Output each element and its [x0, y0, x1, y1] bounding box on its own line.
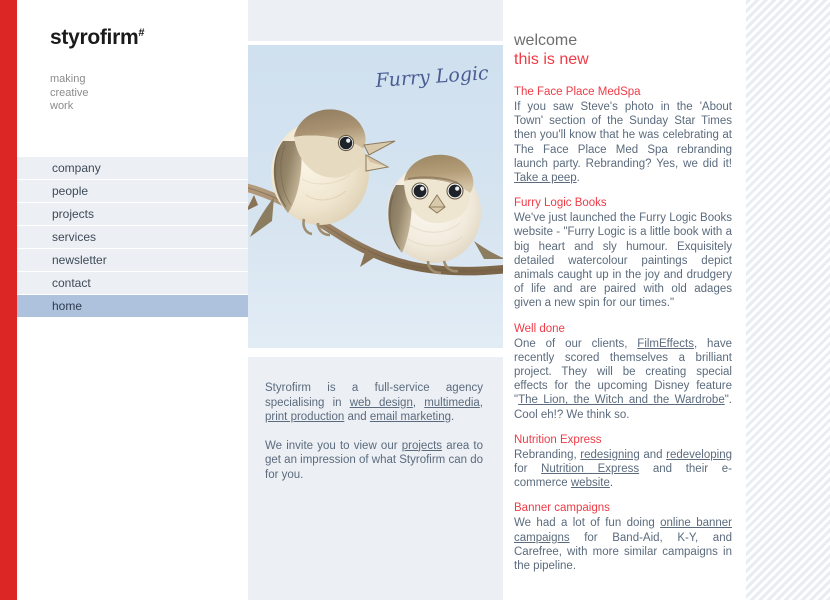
welcome-heading: welcome: [514, 32, 578, 49]
news-title-well-done: Well done: [514, 322, 565, 335]
brand-tagline: making creative work: [50, 73, 89, 114]
link-nutrition-express[interactable]: Nutrition Express: [541, 463, 639, 475]
intro-sep-2: ,: [479, 396, 483, 409]
news-body-face-place: If you saw Steve's photo in the 'About T…: [514, 100, 732, 185]
news-body-nutrition-express: Rebranding, redesigning and redeveloping…: [514, 448, 732, 491]
news-4-pre: We had a lot of fun doing: [514, 517, 661, 530]
nav-item-home-label: home: [52, 299, 83, 313]
news-body-banner-campaigns: We had a lot of fun doing online banner …: [514, 516, 732, 573]
news-body-furry-logic: We've just launched the Furry Logic Book…: [514, 212, 732, 310]
sidebar: styrofirm# making creative work company …: [17, 0, 255, 600]
link-print-production[interactable]: print production: [265, 411, 344, 423]
news-3-mid2: for: [514, 463, 542, 476]
nav-item-projects[interactable]: projects: [17, 203, 248, 225]
logo-hash-mark: #: [138, 27, 145, 39]
nav-item-newsletter[interactable]: newsletter: [17, 249, 248, 271]
intro-p1-post: .: [451, 411, 455, 423]
nav-item-company[interactable]: company: [17, 157, 248, 179]
intro-p2-pre: We invite you to view our: [265, 439, 402, 452]
this-is-new-subheading: this is new: [514, 51, 589, 68]
news-item-well-done: Well done One of our clients, FilmEffect…: [514, 322, 732, 422]
news-item-furry-logic: Furry Logic Books We've just launched th…: [514, 196, 732, 310]
link-email-marketing[interactable]: email marketing: [370, 411, 451, 423]
link-filmeffects[interactable]: FilmEffects: [637, 338, 694, 350]
hero-illustration: Furry Logic: [248, 45, 503, 348]
link-lion-witch-wardrobe[interactable]: The Lion, the Witch and the Wardrobe: [518, 394, 725, 406]
intro-text-block: Styrofirm is a full-service agency speci…: [248, 357, 503, 600]
news-item-nutrition-express: Nutrition Express Rebranding, redesignin…: [514, 433, 732, 491]
news-item-face-place: The Face Place MedSpa If you saw Steve's…: [514, 85, 732, 185]
left-red-stripe: [0, 0, 17, 600]
news-item-banner-campaigns: Banner campaigns We had a lot of fun doi…: [514, 501, 732, 573]
intro-paragraph-2: We invite you to view our projects area …: [265, 439, 483, 483]
news-2-pre: One of our clients,: [514, 337, 638, 350]
page-root: styrofirm# making creative work company …: [0, 0, 830, 600]
news-3-pre: Rebranding,: [514, 448, 581, 461]
link-website[interactable]: website: [571, 477, 610, 489]
news-body-well-done: One of our clients, FilmEffects, have re…: [514, 337, 732, 422]
news-title-furry-logic: Furry Logic Books: [514, 197, 607, 210]
news-title-banner-campaigns: Banner campaigns: [514, 502, 610, 515]
nav-item-home[interactable]: home: [17, 295, 255, 317]
tagline-line-3: work: [50, 100, 74, 112]
news-column: welcome this is new The Face Place MedSp…: [503, 0, 746, 600]
nav-item-people[interactable]: people: [17, 180, 248, 202]
intro-paragraph-1: Styrofirm is a full-service agency speci…: [265, 381, 483, 425]
center-top-spacer: [248, 0, 503, 41]
right-hatched-texture-panel: [746, 0, 830, 600]
link-redeveloping[interactable]: redeveloping: [666, 449, 732, 461]
center-column: Furry Logic Styrofirm is a full-service …: [248, 0, 503, 600]
intro-sep-1: ,: [412, 396, 425, 409]
news-title-face-place: The Face Place MedSpa: [514, 86, 641, 98]
main-navigation: company people projects services newslet…: [17, 157, 255, 318]
news-3-mid: and: [639, 448, 667, 461]
link-projects[interactable]: projects: [402, 440, 442, 452]
news-title-nutrition-express: Nutrition Express: [514, 433, 602, 446]
link-take-a-peep[interactable]: Take a peep: [514, 172, 577, 184]
tagline-line-2: creative: [50, 86, 89, 99]
link-multimedia[interactable]: multimedia: [424, 397, 480, 409]
nav-item-services[interactable]: services: [17, 226, 248, 248]
logo-text: styrofirm: [50, 26, 139, 49]
intro-sep-3: and: [344, 411, 370, 423]
link-redesigning[interactable]: redesigning: [580, 449, 639, 461]
tagline-line-1: making: [50, 73, 86, 85]
site-logo[interactable]: styrofirm#: [50, 27, 144, 48]
news-3-post: .: [609, 477, 614, 490]
news-0-pre: If you saw Steve's photo in the 'About T…: [514, 101, 732, 170]
link-web-design[interactable]: web design: [350, 397, 413, 409]
furry-logic-birds-illustration: Furry Logic: [248, 45, 503, 348]
nav-item-contact[interactable]: contact: [17, 272, 248, 294]
news-0-post: .: [576, 172, 580, 185]
